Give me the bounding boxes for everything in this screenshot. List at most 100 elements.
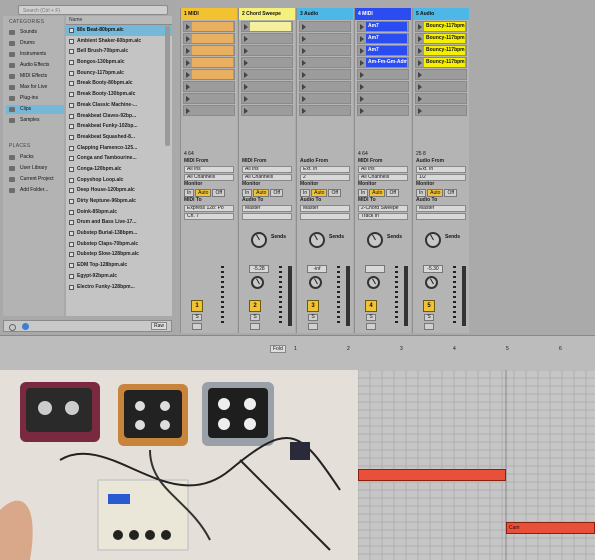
clip-slot[interactable] [241, 81, 293, 92]
clip-launch-icon[interactable] [186, 48, 190, 54]
category-item[interactable]: Clips [6, 105, 64, 114]
monitor-auto[interactable]: Auto [195, 189, 212, 197]
clip-launch-icon[interactable] [302, 96, 306, 102]
track-title[interactable]: 3 Audio [297, 8, 353, 20]
file-item[interactable]: Egypt-92bpm.alc [66, 271, 172, 282]
monitor-switch[interactable]: In Auto Off [242, 189, 292, 197]
clip-slot[interactable]: Bouncy-117bpm [415, 21, 467, 32]
clip-launch-icon[interactable] [360, 72, 364, 78]
clip-slot[interactable] [241, 33, 293, 44]
output-channel-select[interactable] [242, 213, 292, 220]
clip-slot[interactable] [299, 93, 351, 104]
file-item[interactable]: Dubstep Slow-128bpm.alc [66, 249, 172, 260]
file-item[interactable]: Dubstep Burial-138bpm... [66, 228, 172, 239]
pan-knob[interactable] [309, 276, 322, 289]
preview-play-icon[interactable] [22, 323, 29, 330]
file-item[interactable]: Copyshop Loop.alc [66, 175, 172, 186]
arm-button[interactable] [308, 323, 318, 330]
category-item[interactable]: Samples [6, 116, 64, 125]
file-item[interactable]: EDM Top-128bpm.alc [66, 260, 172, 271]
clip-slot[interactable] [415, 69, 467, 80]
clip[interactable]: Am7 [366, 22, 407, 31]
monitor-in[interactable]: In [300, 189, 311, 197]
clip-slot[interactable]: Am7 [357, 21, 409, 32]
monitor-auto[interactable]: Auto [427, 189, 444, 197]
output-type-select[interactable]: 2-Chord Sweepe [358, 205, 408, 212]
arm-button[interactable] [250, 323, 260, 330]
clip-slot[interactable] [241, 57, 293, 68]
track-title[interactable]: 5 Audio [413, 8, 469, 20]
volume-display[interactable]: -inf [307, 265, 327, 273]
clip-launch-icon[interactable] [244, 24, 248, 30]
input-channel-select[interactable]: All Channels [184, 174, 234, 181]
clip-slot[interactable] [299, 45, 351, 56]
category-item[interactable]: Max for Live [6, 83, 64, 92]
arm-button[interactable] [192, 323, 202, 330]
clip-launch-icon[interactable] [302, 24, 306, 30]
clip-launch-icon[interactable] [186, 36, 190, 42]
place-item[interactable]: Packs [6, 153, 64, 162]
clip[interactable] [192, 70, 233, 79]
solo-button[interactable]: S [424, 314, 434, 321]
clip-slot[interactable] [299, 33, 351, 44]
clip[interactable]: Bouncy-117bpm [424, 46, 465, 55]
clip-slot[interactable]: Am7 [357, 45, 409, 56]
file-item[interactable]: Bongos-130bpm.alc [66, 57, 172, 68]
file-item[interactable]: Breakbeat Claves-92bp... [66, 111, 172, 122]
clip-slot[interactable] [183, 21, 235, 32]
track-activator[interactable]: 2 [249, 300, 261, 312]
clip-launch-icon[interactable] [418, 72, 422, 78]
monitor-auto[interactable]: Auto [369, 189, 386, 197]
output-channel-select[interactable] [300, 213, 350, 220]
file-item[interactable]: Conga and Tambourine... [66, 153, 172, 164]
clip-slot[interactable]: Bouncy-117bpm [415, 45, 467, 56]
monitor-off[interactable]: Off [444, 189, 458, 197]
clip-launch-icon[interactable] [360, 84, 364, 90]
file-item[interactable]: Conga-120bpm.alc [66, 164, 172, 175]
clip-launch-icon[interactable] [418, 48, 422, 54]
output-type-select[interactable]: Master [416, 205, 466, 212]
clip[interactable] [192, 58, 233, 67]
clip-slot[interactable] [299, 57, 351, 68]
track-activator[interactable]: 1 [191, 300, 203, 312]
file-item[interactable]: Bell Brush-70bpm.alc [66, 46, 172, 57]
clip-slot[interactable]: Bouncy-117bpm [415, 33, 467, 44]
file-item[interactable]: Dubstep Claps-70bpm.alc [66, 239, 172, 250]
clip-slot[interactable]: Am7 [357, 33, 409, 44]
clip-slot[interactable]: Am-Fm-Gm-Adm [357, 57, 409, 68]
midi-note[interactable]: Cam [506, 522, 595, 534]
file-list-scrollbar[interactable] [165, 26, 170, 146]
clip-slot[interactable] [415, 93, 467, 104]
output-type-select[interactable]: Master [242, 205, 292, 212]
solo-button[interactable]: S [192, 314, 202, 321]
input-channel-select[interactable]: 1/2 [416, 174, 466, 181]
file-item[interactable]: Clapping Flamenco-125... [66, 143, 172, 154]
category-item[interactable]: Drums [6, 39, 64, 48]
monitor-switch[interactable]: In Auto Off [358, 189, 408, 197]
clip-launch-icon[interactable] [186, 60, 190, 66]
clip-slot[interactable] [183, 81, 235, 92]
clip-slot[interactable] [415, 105, 467, 116]
clip[interactable] [192, 22, 233, 31]
monitor-in[interactable]: In [242, 189, 253, 197]
clip-launch-icon[interactable] [302, 84, 306, 90]
clip-launch-icon[interactable] [360, 36, 364, 42]
clip-slot[interactable] [415, 81, 467, 92]
clip-slot[interactable] [357, 69, 409, 80]
clip-slot[interactable] [241, 45, 293, 56]
clip-launch-icon[interactable] [244, 72, 248, 78]
category-item[interactable]: Audio Effects [6, 61, 64, 70]
send-knob[interactable] [367, 232, 383, 248]
track-title[interactable]: 2 Chord Sweepe [239, 8, 295, 20]
monitor-auto[interactable]: Auto [253, 189, 270, 197]
file-item[interactable]: Dirty Neptune-96bpm.alc [66, 196, 172, 207]
clip-launch-icon[interactable] [360, 24, 364, 30]
clip-launch-icon[interactable] [302, 108, 306, 114]
file-item[interactable]: Drum and Bass Live-17... [66, 217, 172, 228]
clip-launch-icon[interactable] [418, 36, 422, 42]
clip[interactable]: Am7 [366, 34, 407, 43]
send-knob[interactable] [309, 232, 325, 248]
clip-slot[interactable] [299, 21, 351, 32]
solo-button[interactable]: S [308, 314, 318, 321]
file-item[interactable]: Breakbeat Squashed-8... [66, 132, 172, 143]
